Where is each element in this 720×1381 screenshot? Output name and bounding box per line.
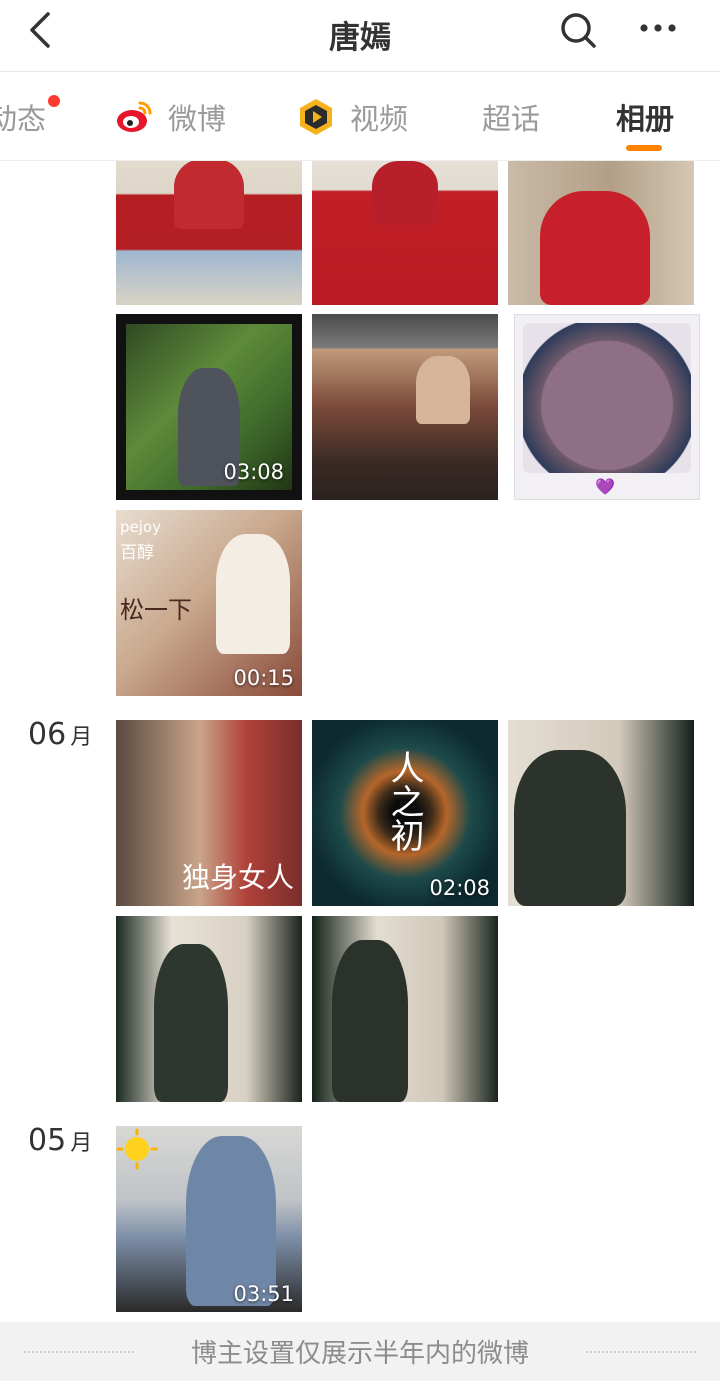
video-thumbnail[interactable]: 03:08 [116,314,302,500]
tab-chaohua[interactable]: 超话 [482,97,540,137]
tab-label: 相册 [616,102,675,136]
figure-shape [416,356,470,424]
notification-dot [48,95,61,107]
video-thumbnail[interactable]: 人之初 02:08 [312,720,498,906]
tab-weibo[interactable]: 微博 [114,97,226,137]
figure-shape [186,1136,276,1306]
tab-label: 超话 [482,102,541,136]
album-grid: 03:08 💜 pejoy 百醇 松一下 00:15 06 月 独身女人 人之初 … [0,161,720,1321]
purple-heart-emoji: 💜 [595,477,615,496]
video-play-icon [300,99,332,135]
more-options-icon[interactable] [634,10,682,50]
weibo-logo-icon [117,101,152,132]
swirl-title: 人之初 [384,750,424,852]
figure-shape [154,944,228,1102]
slogan-text: 松一下 [120,596,192,624]
figure-shape [216,534,290,654]
tab-label: 视频 [350,102,409,136]
video-thumbnail[interactable]: pejoy 百醇 松一下 00:15 [116,510,302,696]
photo-thumbnail[interactable]: 💜 [514,314,700,500]
divider-right [586,1351,696,1353]
figure-shape [514,750,626,906]
video-duration: 02:08 [429,876,490,900]
brand-text-cn: 百醇 [120,543,154,563]
search-icon[interactable] [556,8,600,52]
month-label-june: 06 月 [28,717,92,752]
figure-shape [332,940,408,1102]
active-tab-indicator [626,145,662,151]
month-unit: 月 [70,1131,93,1156]
page-title: 唐嫣 [329,20,391,56]
photo-thumbnail[interactable] [312,314,498,500]
month-label-may: 05 月 [28,1123,92,1158]
month-unit: 月 [70,725,93,750]
profile-tabs: 动态 微博 视频 超话 相册 [0,73,720,161]
notice-text: 博主设置仅展示半年内的微博 [190,1339,529,1369]
video-duration: 00:15 [233,666,294,690]
figure-shape [372,161,438,225]
month-number: 05 [28,1123,67,1158]
photo-thumbnail[interactable] [312,916,498,1102]
photo-thumbnail[interactable] [312,161,498,305]
divider-left [24,1351,134,1353]
top-nav-bar: 唐嫣 [0,0,720,72]
photo-thumbnail[interactable] [508,161,694,305]
brand-text: pejoy [120,518,161,536]
tab-video[interactable]: 视频 [296,97,408,137]
tab-album[interactable]: 相册 [616,97,674,137]
cake-shape [523,323,691,473]
month-number: 06 [28,717,67,752]
tab-label: 动态 [0,102,47,136]
photo-thumbnail[interactable]: 独身女人 [116,720,302,906]
video-thumbnail[interactable]: 03:51 [116,1126,302,1312]
poster-title: 独身女人 [182,861,295,894]
tab-dongtai[interactable]: 动态 [0,95,61,137]
sun-emoji-icon [116,1128,158,1170]
figure-shape [174,161,244,229]
video-duration: 03:51 [233,1282,294,1306]
footer-notice: 博主设置仅展示半年内的微博 [0,1322,720,1381]
tab-label: 微博 [168,102,227,136]
photo-thumbnail[interactable] [508,720,694,906]
photo-thumbnail[interactable] [116,161,302,305]
figure-shape [540,191,650,305]
video-duration: 03:08 [223,460,284,484]
photo-thumbnail[interactable] [116,916,302,1102]
